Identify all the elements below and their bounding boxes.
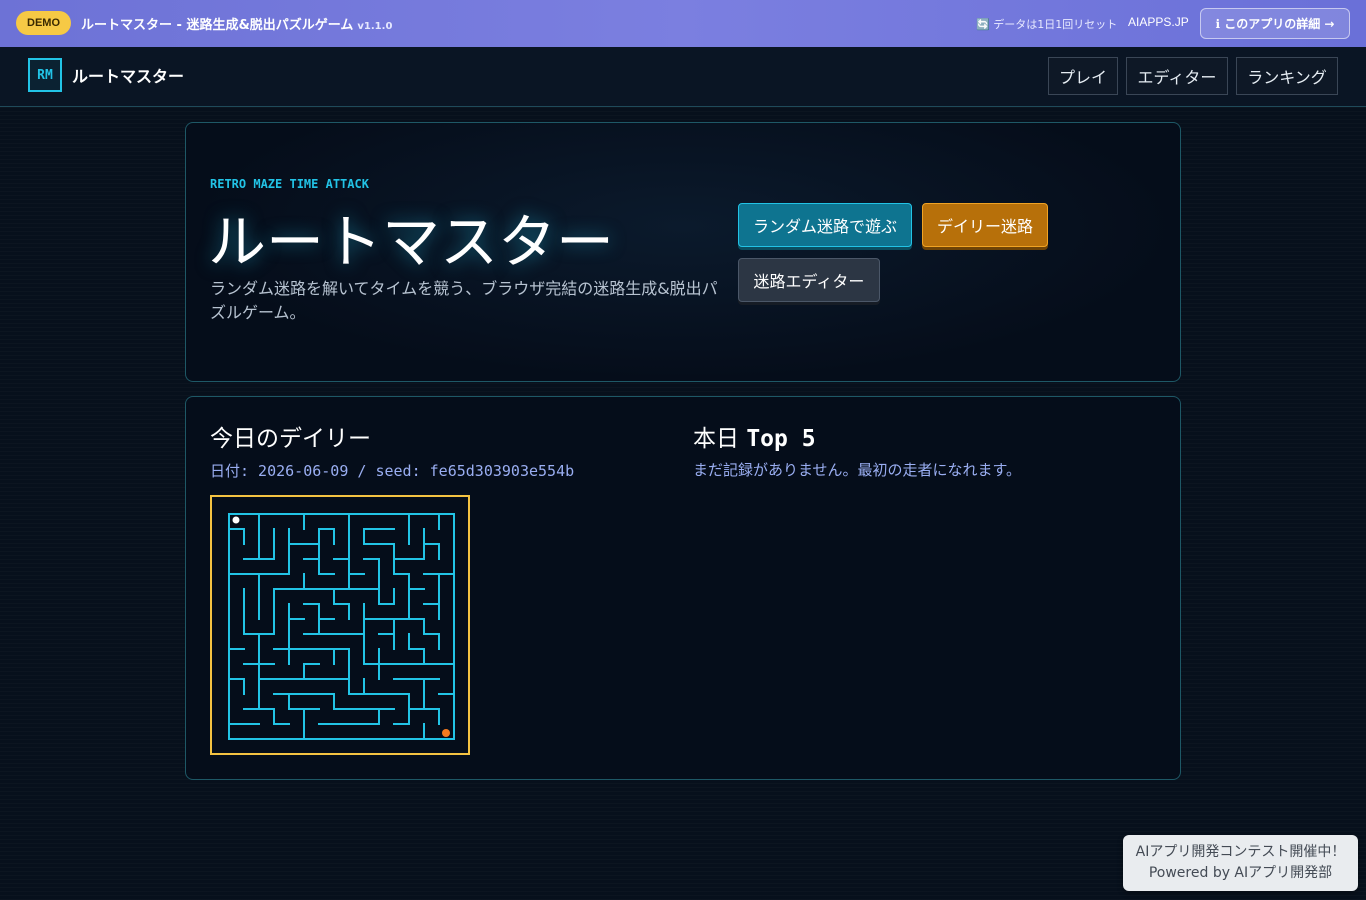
- daily-card: 今日のデイリー 日付: 2026-06-09 / seed: fe65d3039…: [185, 396, 1181, 780]
- maze-editor-button[interactable]: 迷路エディター: [738, 258, 880, 302]
- site-link[interactable]: AIAPPS.JP: [1128, 15, 1189, 29]
- daily-maze-preview[interactable]: [210, 495, 470, 755]
- daily-seed-info: 日付: 2026-06-09 / seed: fe65d303903e554b: [210, 462, 575, 480]
- ranking-title-prefix: 本日: [693, 426, 739, 452]
- hero-title: ルートマスター: [208, 208, 615, 276]
- nav-ranking-button[interactable]: ランキング: [1236, 57, 1338, 95]
- hero-card: RETRO MAZE TIME ATTACK ルートマスター ランダム迷路を解い…: [185, 122, 1181, 382]
- nav-editor-button[interactable]: エディター: [1126, 57, 1228, 95]
- logo-icon[interactable]: RM: [28, 58, 62, 92]
- demo-badge: DEMO: [16, 11, 71, 35]
- contest-line-1: AIアプリ開発コンテスト開催中！: [1135, 844, 1346, 860]
- contest-banner[interactable]: AIアプリ開発コンテスト開催中！ Powered by AIアプリ開発部: [1123, 835, 1358, 891]
- reset-note: 🔄 データは1日1回リセット: [976, 18, 1118, 31]
- maze-canvas: [228, 513, 455, 740]
- demo-title: ルートマスター - 迷路生成&脱出パズルゲーム v1.1.0: [81, 14, 392, 33]
- daily-title: 今日のデイリー: [210, 426, 371, 452]
- version-label: v1.1.0: [357, 21, 393, 32]
- ranking-title-suffix: Top 5: [746, 426, 816, 452]
- maze-goal-marker: [442, 729, 450, 737]
- ranking-title: 本日 Top 5: [693, 419, 816, 453]
- maze-start-marker: [232, 516, 240, 524]
- app-detail-button[interactable]: ℹ このアプリの詳細 →: [1200, 8, 1350, 39]
- contest-line-2: Powered by AIアプリ開発部: [1148, 865, 1333, 881]
- app-header: RM ルートマスター プレイ エディター ランキング: [0, 47, 1366, 107]
- ranking-empty-message: まだ記録がありません。最初の走者になれます。: [693, 461, 1022, 479]
- nav-play-button[interactable]: プレイ: [1048, 57, 1118, 95]
- daily-maze-button[interactable]: デイリー迷路: [922, 203, 1048, 247]
- demo-title-text: ルートマスター - 迷路生成&脱出パズルゲーム: [81, 18, 354, 33]
- app-name[interactable]: ルートマスター: [72, 63, 184, 87]
- demo-banner: DEMO ルートマスター - 迷路生成&脱出パズルゲーム v1.1.0 🔄 データ…: [0, 0, 1366, 47]
- random-maze-button[interactable]: ランダム迷路で遊ぶ: [738, 203, 912, 247]
- hero-tagline: RETRO MAZE TIME ATTACK: [210, 177, 369, 191]
- hero-description: ランダム迷路を解いてタイムを競う、ブラウザ完結の迷路生成&脱出パズルゲーム。: [210, 279, 718, 322]
